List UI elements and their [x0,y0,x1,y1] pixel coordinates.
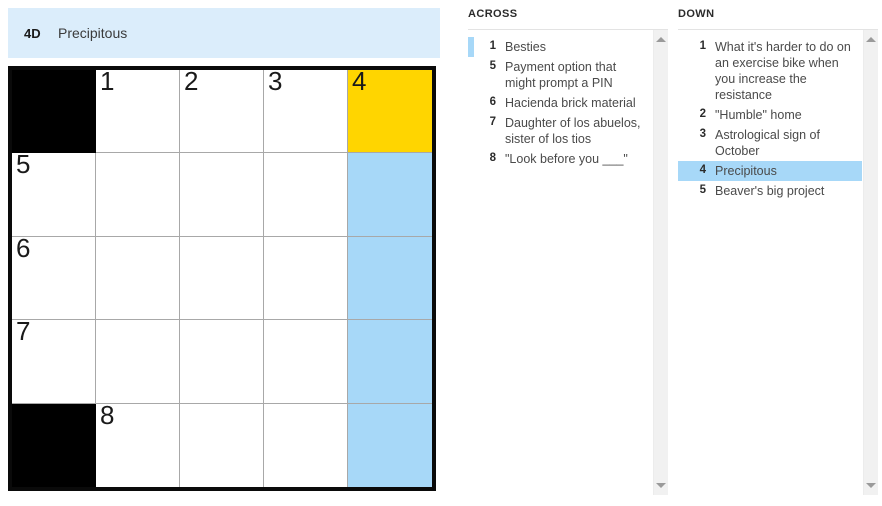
grid-cell[interactable]: 3 [264,66,348,154]
grid-cell[interactable] [180,320,264,404]
clue-number: 4 [699,164,706,176]
grid-cell[interactable] [264,153,348,237]
clue-text: Payment option that might prompt a PIN [505,60,617,90]
grid-cell[interactable] [348,236,432,321]
clue-cursor-bar [678,181,684,201]
across-clue-list[interactable]: 1 Besties 5 Payment option that might promp… [468,30,652,495]
clue-item-down-1[interactable]: 1 What it's harder to do on an exercise b… [678,37,862,105]
clue-cursor-bar [468,149,474,169]
clue-cursor-bar [678,105,684,125]
clue-cursor-bar [468,93,474,113]
grid-cell[interactable]: 8 [96,399,180,487]
clue-item-across-8[interactable]: 8 "Look before you ___" [468,149,652,169]
clue-text: Hacienda brick material [505,96,636,110]
grid-cell[interactable] [264,403,348,487]
down-panel-title: DOWN [678,8,715,20]
clue-item-down-2[interactable]: 2 "Humble" home [678,105,862,125]
grid-cell-number: 6 [16,232,31,263]
grid-cell-number: 2 [184,66,199,96]
grid-cell-block [12,70,96,154]
clue-cursor-bar [468,57,474,93]
grid-cell[interactable] [180,153,264,237]
triangle-down-icon[interactable] [864,478,878,493]
triangle-down-icon[interactable] [654,478,668,493]
crossword-app: 4D Precipitous 1 2 3 4 5 6 7 8 ACROSS 1 Besties 5… [0,0,882,506]
grid-cell[interactable] [96,236,180,321]
clue-number: 3 [699,128,706,140]
across-scrollbar[interactable] [653,30,668,495]
clue-item-down-5[interactable]: 5 Beaver's big project [678,181,862,201]
clue-number: 6 [489,96,496,108]
clue-number: 5 [699,184,706,196]
grid-cell[interactable] [96,320,180,404]
clue-cursor-bar [468,37,474,57]
clue-text: Besties [505,40,546,54]
clue-text: Daughter of los abuelos, sister of los t… [505,116,641,146]
grid-cell[interactable] [348,320,432,404]
across-panel-title: ACROSS [468,8,518,20]
grid-cell-number: 1 [100,66,115,96]
clue-number: 5 [489,60,496,72]
clue-item-across-6[interactable]: 6 Hacienda brick material [468,93,652,113]
clue-item-across-7[interactable]: 7 Daughter of los abuelos, sister of los … [468,113,652,149]
grid-cell-block [12,403,96,487]
current-clue-number: 4D [24,25,41,41]
grid-cell[interactable]: 1 [96,66,180,154]
clue-cursor-bar [678,161,684,181]
current-clue-banner[interactable]: 4D Precipitous [8,8,440,58]
clue-text: Beaver's big project [715,184,825,198]
clue-number: 2 [699,108,706,120]
clue-text: "Humble" home [715,108,802,122]
grid-cell[interactable]: 5 [12,149,96,237]
grid-cell[interactable] [180,236,264,321]
grid-cell[interactable] [264,320,348,404]
grid-cell-number: 4 [352,66,367,96]
grid-cell[interactable] [180,403,264,487]
triangle-up-icon[interactable] [864,32,878,47]
across-panel-body: 1 Besties 5 Payment option that might promp… [468,29,668,495]
current-clue-text: Precipitous [58,25,128,41]
grid-cell[interactable]: 4 [348,66,432,154]
grid-cells: 1 2 3 4 5 6 7 8 [12,66,432,487]
grid-cell-number: 5 [16,149,31,180]
grid-cell[interactable]: 6 [12,232,96,321]
crossword-grid[interactable]: 1 2 3 4 5 6 7 8 [8,66,436,491]
triangle-up-icon[interactable] [654,32,668,47]
clue-item-across-1[interactable]: 1 Besties [468,37,652,57]
clue-item-down-4[interactable]: 4 Precipitous [678,161,862,181]
grid-cell-number: 7 [16,316,31,347]
clue-number: 1 [489,40,496,52]
clue-number: 8 [489,152,496,164]
grid-cell[interactable] [96,153,180,237]
grid-cell[interactable]: 2 [180,66,264,154]
down-clue-panel: DOWN 1 What it's harder to do on an exerc… [678,8,878,498]
down-panel-body: 1 What it's harder to do on an exercise b… [678,29,878,495]
grid-cell[interactable] [348,153,432,237]
clue-text: What it's harder to do on an exercise bi… [715,40,851,102]
clue-number: 7 [489,116,496,128]
grid-cell[interactable] [348,403,432,487]
clue-text: "Look before you ___" [505,152,628,166]
clue-cursor-bar [678,37,684,105]
grid-cell-number: 8 [100,399,115,430]
clue-cursor-bar [468,113,474,149]
clue-item-across-5[interactable]: 5 Payment option that might prompt a PIN [468,57,652,93]
clue-number: 1 [699,40,706,52]
clue-text: Astrological sign of October [715,128,820,158]
clue-item-down-3[interactable]: 3 Astrological sign of October [678,125,862,161]
clue-text: Precipitous [715,164,777,178]
clue-cursor-bar [678,125,684,161]
grid-cell[interactable]: 7 [12,316,96,404]
down-scrollbar[interactable] [863,30,878,495]
grid-cell-number: 3 [268,66,283,96]
grid-cell[interactable] [264,236,348,321]
down-clue-list[interactable]: 1 What it's harder to do on an exercise b… [678,30,862,495]
across-clue-panel: ACROSS 1 Besties 5 Payment option that migh… [468,8,668,498]
